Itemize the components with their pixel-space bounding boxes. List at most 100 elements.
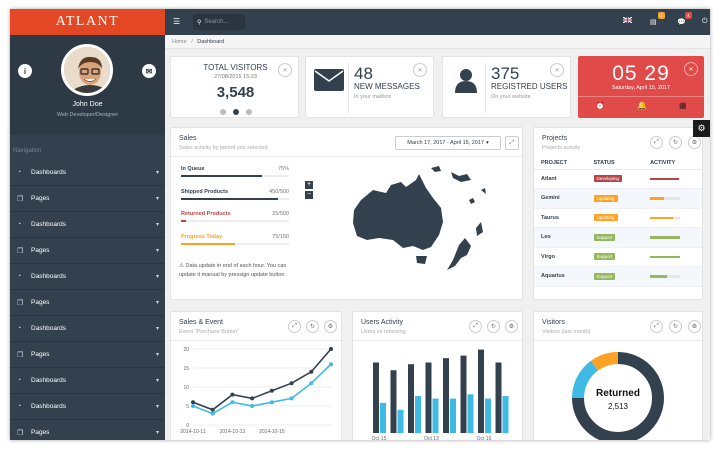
pager-dot[interactable] xyxy=(232,109,239,115)
dashboard-icon: ◔ xyxy=(17,273,22,280)
close-widget-button[interactable]: ✕ xyxy=(413,63,427,77)
refresh-icon[interactable]: ↻ xyxy=(306,320,319,333)
sidebar-item-dashboards[interactable]: ◔ Dashboards ▾ xyxy=(10,212,165,238)
expand-icon[interactable]: ⤢ xyxy=(469,320,482,333)
bar xyxy=(425,362,432,433)
sidebar-item-pages[interactable]: ❐ Pages ▾ xyxy=(10,186,165,212)
bar xyxy=(460,355,467,433)
visitors-value: 3,548 xyxy=(216,84,255,101)
sidebar-item-label: Dashboards xyxy=(31,169,67,176)
pages-icon: ❐ xyxy=(17,247,24,255)
project-name: Taurus xyxy=(534,208,587,228)
close-widget-button[interactable]: ✕ xyxy=(684,62,698,76)
settings-icon[interactable]: ⚙ xyxy=(688,136,701,149)
data-point xyxy=(289,381,294,386)
mail-icon[interactable]: ✉ xyxy=(142,64,156,78)
expand-icon[interactable]: ⤢ xyxy=(288,320,301,333)
close-widget-button[interactable]: ✕ xyxy=(278,63,292,77)
sidebar-item-pages[interactable]: ❐ Pages ▾ xyxy=(10,342,165,368)
breadcrumb-current: Dashboard xyxy=(197,39,225,45)
messages-count: 48 xyxy=(354,64,373,83)
world-map[interactable] xyxy=(331,160,511,295)
progress-label: In Queue xyxy=(181,166,205,172)
sidebar-item-dashboards[interactable]: ◔ Dashboards ▾ xyxy=(10,368,165,394)
users-sub: On your website xyxy=(491,94,531,100)
refresh-icon[interactable]: ↻ xyxy=(487,320,500,333)
sidebar-item-label: Dashboards xyxy=(31,377,67,384)
bar xyxy=(478,349,484,433)
project-activity-cell xyxy=(643,227,702,248)
table-row[interactable]: Gemini Updating xyxy=(534,188,702,209)
table-row[interactable]: Atlant Developing xyxy=(534,169,702,189)
close-widget-button[interactable]: ✕ xyxy=(550,63,564,77)
bar xyxy=(450,398,456,433)
bar xyxy=(495,362,502,433)
bar xyxy=(415,396,421,433)
power-icon[interactable]: ⏻ xyxy=(702,18,708,26)
top-bar: ☰ ⚲ Search... ▤ 3 💬 4 ⏻ xyxy=(165,9,710,35)
search-input[interactable]: ⚲ Search... xyxy=(193,14,245,30)
col-header-activity: ACTIVITY xyxy=(643,157,702,170)
menu-toggle-icon[interactable]: ☰ xyxy=(173,17,180,26)
messages-sub: In your mailbox xyxy=(354,94,392,100)
breadcrumb-home[interactable]: Home xyxy=(172,39,187,45)
messages-icon[interactable]: 💬 xyxy=(677,18,686,26)
sidebar-item-pages[interactable]: ❐ Pages ▾ xyxy=(10,290,165,316)
sidebar-item-dashboards[interactable]: ◔ Dashboards ▾ xyxy=(10,316,165,342)
activity-fill xyxy=(650,216,673,219)
app-logo[interactable]: ATLANT xyxy=(10,9,165,35)
project-name: Gemini xyxy=(534,188,587,209)
table-row[interactable]: Aquarius Support xyxy=(534,266,702,287)
data-point xyxy=(250,404,255,408)
expand-icon[interactable]: ⤢ xyxy=(650,136,663,149)
refresh-icon[interactable]: ↻ xyxy=(669,320,682,333)
date-range-picker[interactable]: March 17, 2017 - April 15, 2017 ▾ xyxy=(395,136,501,150)
table-row[interactable]: Taurus Updating xyxy=(534,208,702,228)
x-tick-label: 2014-10-15 xyxy=(259,429,285,435)
data-point xyxy=(210,407,215,412)
pager-dot[interactable] xyxy=(245,109,252,115)
project-status-cell: Developing xyxy=(586,169,644,189)
sidebar-item-pages[interactable]: ❐ Pages ▾ xyxy=(10,420,165,440)
project-activity-cell xyxy=(643,247,702,267)
chevron-down-icon: ▾ xyxy=(155,300,159,306)
refresh-icon[interactable]: ↻ xyxy=(669,136,682,149)
bell-icon[interactable]: 🔔 xyxy=(637,101,647,110)
info-icon[interactable]: i xyxy=(18,64,32,78)
sidebar-item-dashboards[interactable]: ◔ Dashboards ▾ xyxy=(10,394,165,420)
calendar-icon[interactable]: ▦ xyxy=(679,101,687,110)
settings-panel-toggle-icon[interactable]: ⚙ xyxy=(693,120,710,137)
sales-event-title: Sales & Event xyxy=(179,319,223,326)
tasks-icon[interactable]: ▤ xyxy=(650,18,657,26)
settings-icon[interactable]: ⚙ xyxy=(688,320,701,333)
search-placeholder: Search... xyxy=(204,19,229,25)
chevron-down-icon: ▾ xyxy=(155,326,159,332)
chevron-down-icon: ▾ xyxy=(155,196,159,202)
sales-event-subtitle: Event "Purchase Button" xyxy=(179,329,240,335)
flag-uk-icon[interactable] xyxy=(622,16,633,25)
search-icon: ⚲ xyxy=(197,19,202,26)
table-row[interactable]: Leo Support xyxy=(534,227,702,248)
sidebar-item-dashboards[interactable]: ◔ Dashboards ▾ xyxy=(10,160,165,186)
clock-date: Saturday, April 15, 2017 xyxy=(611,85,671,91)
settings-icon[interactable]: ⚙ xyxy=(505,320,518,333)
expand-icon[interactable]: ⤢ xyxy=(505,136,519,150)
tasks-badge: 3 xyxy=(658,12,665,19)
pager-dot[interactable] xyxy=(219,109,226,115)
dashboard-icon: ◔ xyxy=(17,403,22,410)
x-tick-label: Oct 16 xyxy=(477,436,492,440)
sidebar-item-pages[interactable]: ❐ Pages ▾ xyxy=(10,238,165,264)
alarm-icon[interactable]: ⏰ xyxy=(595,101,605,110)
sidebar-item-dashboards[interactable]: ◔ Dashboards ▾ xyxy=(10,264,165,290)
table-row[interactable]: Virgo Support xyxy=(534,247,702,267)
y-tick-label: 10 xyxy=(183,385,189,391)
zoom-in-button[interactable]: + xyxy=(305,181,313,189)
avatar[interactable] xyxy=(61,44,113,96)
activity-fill xyxy=(650,197,664,200)
zoom-out-button[interactable]: − xyxy=(305,191,313,199)
caret-down-icon: ▾ xyxy=(485,140,489,146)
settings-icon[interactable]: ⚙ xyxy=(324,320,337,333)
expand-icon[interactable]: ⤢ xyxy=(650,320,663,333)
progress-row: In Queue 75% xyxy=(181,166,289,177)
breadcrumb: Home / Dashboard xyxy=(165,35,710,49)
